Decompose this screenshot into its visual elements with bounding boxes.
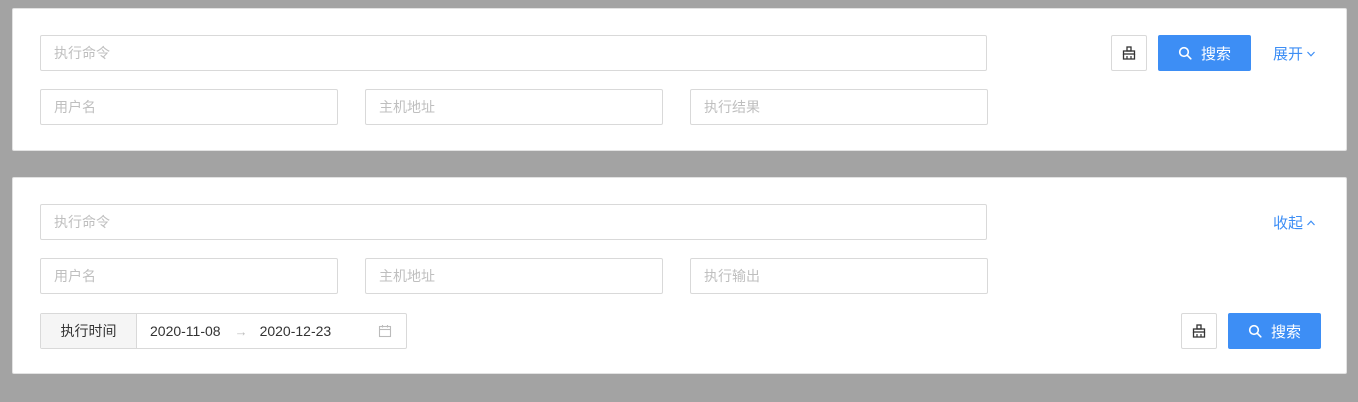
command-input-placeholder: 执行命令 — [54, 215, 110, 231]
host-input-placeholder: 主机地址 — [379, 269, 435, 285]
range-start-date[interactable]: 2020-11-08 — [150, 323, 221, 339]
command-input-placeholder: 执行命令 — [54, 46, 110, 62]
collapse-link[interactable]: 收起 — [1273, 212, 1316, 233]
time-range-label: 执行时间 — [41, 314, 137, 348]
username-input-placeholder: 用户名 — [54, 269, 96, 285]
search-button[interactable]: 搜索 — [1228, 313, 1321, 349]
broom-icon — [1192, 324, 1206, 338]
host-input[interactable]: 主机地址 — [365, 258, 663, 294]
range-end-date[interactable]: 2020-12-23 — [260, 323, 332, 339]
search-button-label: 搜索 — [1200, 44, 1231, 63]
collapse-link-label: 收起 — [1273, 214, 1304, 232]
clear-button[interactable] — [1111, 35, 1147, 71]
arrow-right-icon: → — [234, 323, 248, 339]
command-input[interactable]: 执行命令 — [40, 35, 987, 71]
output-input[interactable]: 执行输出 — [690, 258, 988, 294]
username-input[interactable]: 用户名 — [40, 89, 338, 125]
result-input[interactable]: 执行结果 — [690, 89, 988, 125]
search-button-label: 搜索 — [1270, 322, 1301, 341]
search-panel-expanded: 执行命令 收起 用户名 主机地址 执行输出 执行时间 2020-11-08 → … — [12, 177, 1347, 374]
host-input-placeholder: 主机地址 — [379, 100, 435, 116]
result-input-placeholder: 执行结果 — [704, 100, 760, 116]
host-input[interactable]: 主机地址 — [365, 89, 663, 125]
search-button[interactable]: 搜索 — [1158, 35, 1251, 71]
chevron-up-icon — [1307, 219, 1315, 225]
search-icon — [1248, 324, 1262, 338]
output-input-placeholder: 执行输出 — [704, 269, 760, 285]
time-range-picker: 执行时间 2020-11-08 → 2020-12-23 — [40, 313, 407, 349]
calendar-icon — [378, 324, 392, 338]
search-panel-collapsed: 执行命令 用户名 主机地址 执行结果 搜索 展开 — [12, 8, 1347, 151]
expand-link[interactable]: 展开 — [1273, 43, 1316, 64]
expand-link-label: 展开 — [1273, 45, 1304, 63]
chevron-down-icon — [1307, 51, 1315, 57]
time-range-input[interactable]: 2020-11-08 → 2020-12-23 — [137, 314, 406, 348]
username-input[interactable]: 用户名 — [40, 258, 338, 294]
clear-button[interactable] — [1181, 313, 1217, 349]
broom-icon — [1122, 46, 1136, 60]
search-icon — [1178, 46, 1192, 60]
command-input[interactable]: 执行命令 — [40, 204, 987, 240]
username-input-placeholder: 用户名 — [54, 100, 96, 116]
